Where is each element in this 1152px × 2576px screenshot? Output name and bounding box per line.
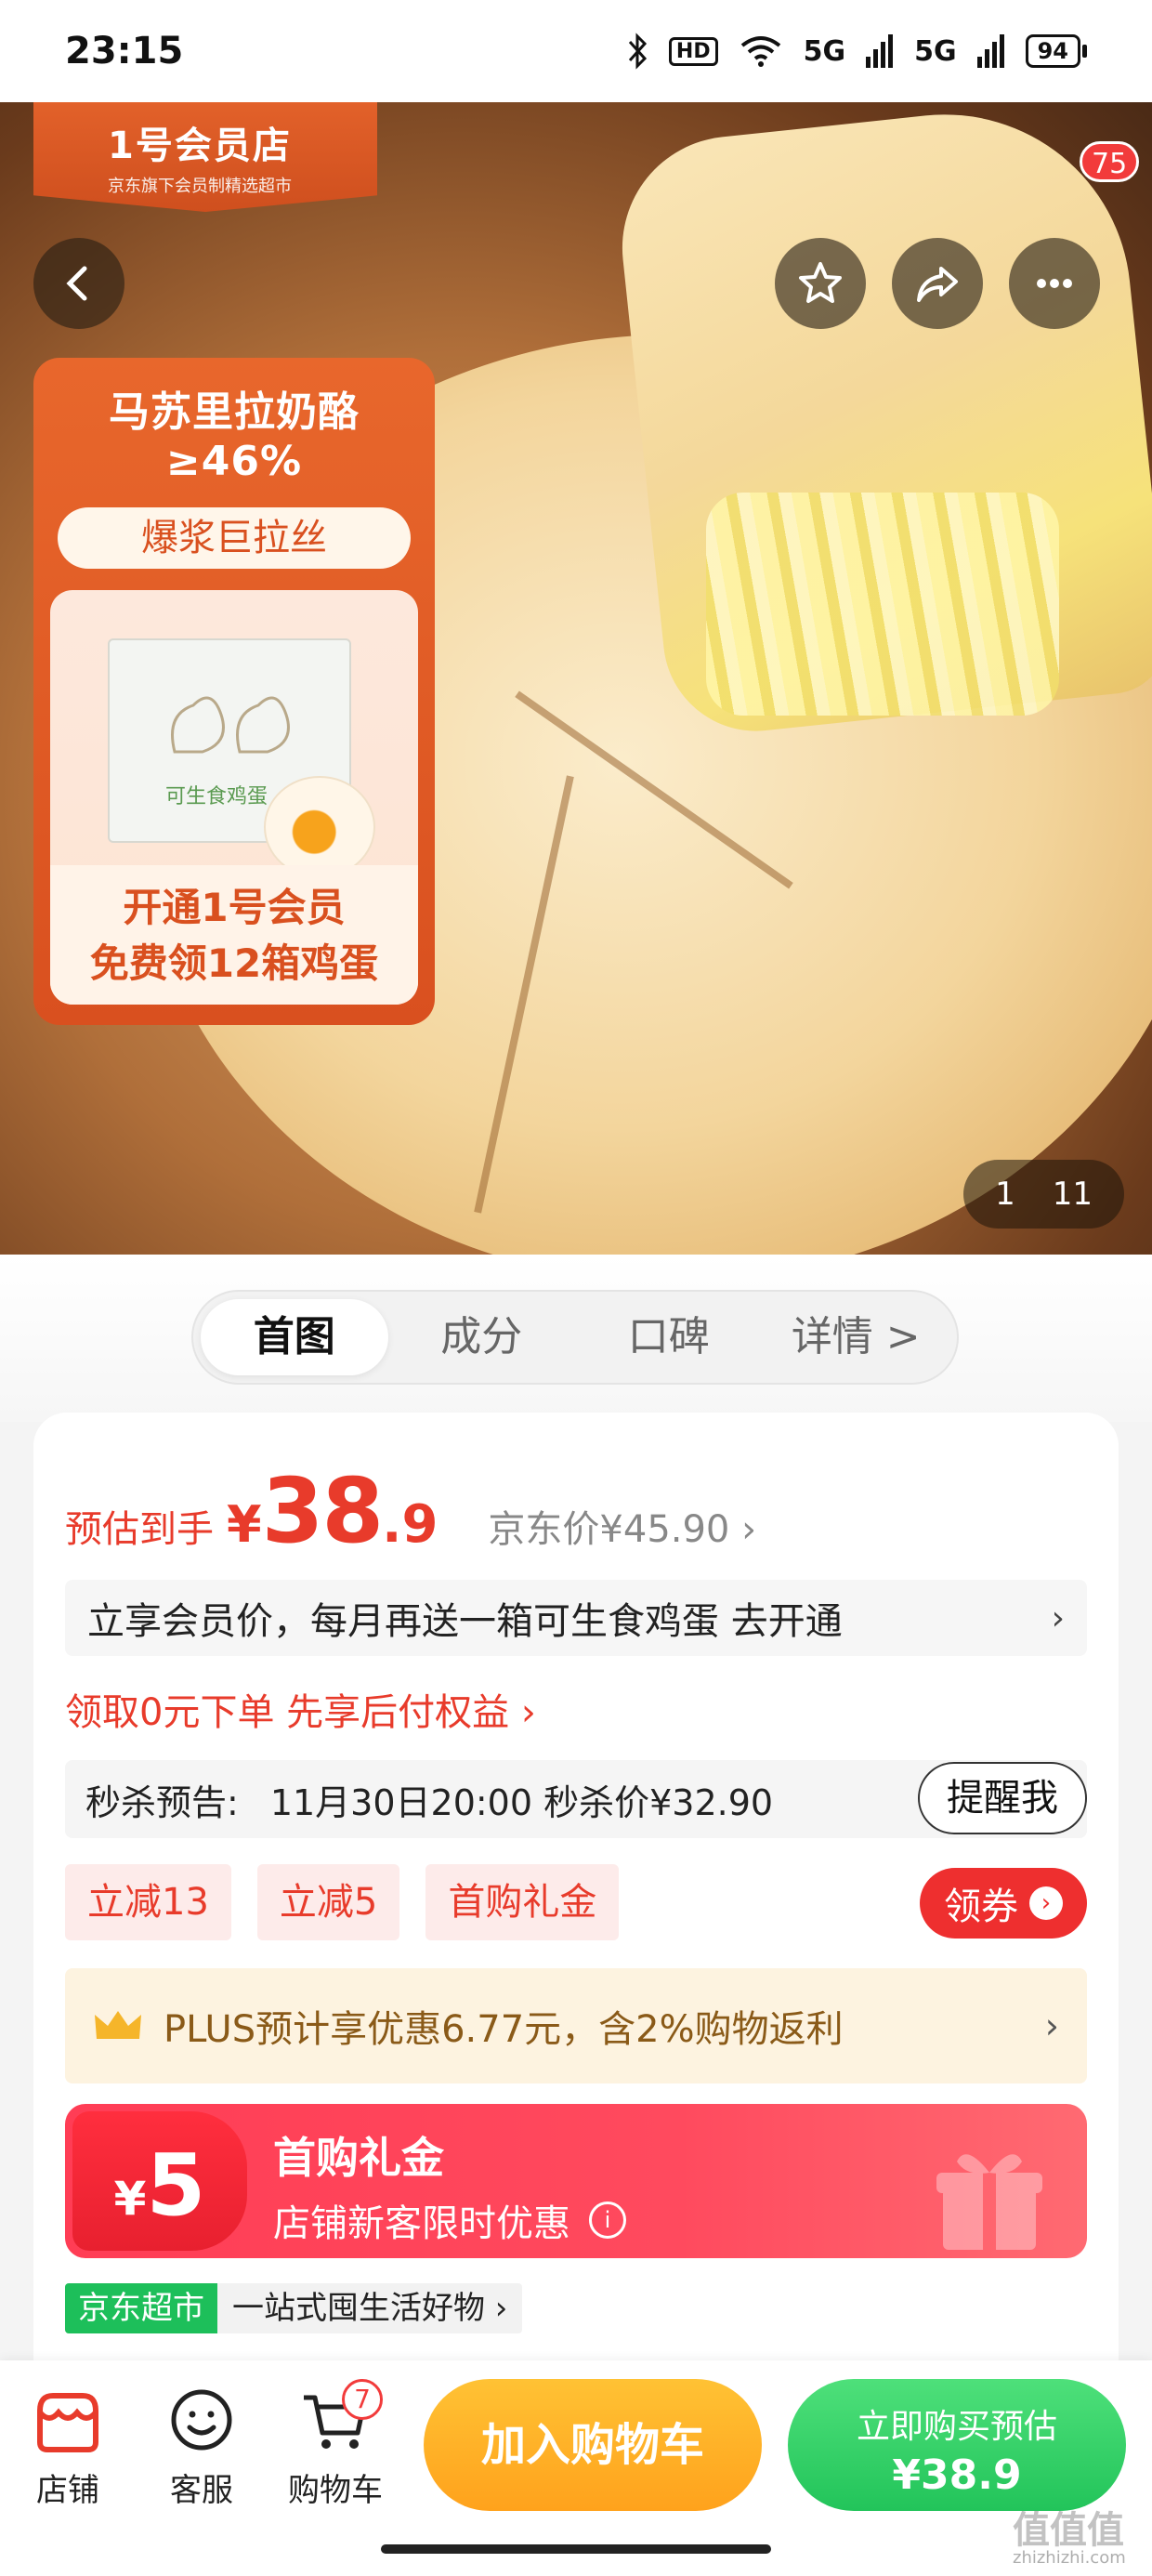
claim-coupon-label: 领券 — [944, 1886, 1018, 1928]
star-icon — [799, 262, 842, 303]
brand-subtitle: 京东旗下会员制精选超市 — [108, 177, 292, 196]
coupon-tag[interactable]: 首购礼金 — [425, 1864, 620, 1940]
gift-currency: ¥ — [113, 2172, 147, 2226]
store-nav-label: 店铺 — [36, 2472, 99, 2509]
chevron-right-icon: › — [1044, 2005, 1059, 2046]
info-icon[interactable]: i — [589, 2201, 626, 2239]
more-button[interactable] — [1009, 238, 1100, 329]
price-integer: 38 — [261, 1459, 385, 1563]
bluetooth-icon — [628, 33, 647, 70]
brand-banner: 1号会员店 京东旗下会员制精选超市 — [33, 102, 377, 212]
coupon-tag[interactable]: 立减13 — [65, 1864, 231, 1940]
pay-later-link[interactable]: 领取0元下单 先享后付权益 › — [65, 1682, 1087, 1736]
customer-service-button[interactable]: 客服 — [141, 2385, 262, 2510]
gift-title: 首购礼金 — [273, 2133, 444, 2183]
signal-bars-icon-2 — [976, 34, 1004, 68]
section-tabs: 首图 成分 口碑 详情 > — [191, 1290, 959, 1385]
first-purchase-gift-banner[interactable]: ¥ 5 首购礼金 店铺新客限时优惠 i — [65, 2104, 1087, 2258]
claim-coupon-button[interactable]: 领券 › — [920, 1868, 1087, 1939]
status-icons: HD 5G 5G 94 — [626, 33, 1087, 70]
flash-sale-preview: 秒杀预告: 11月30日20:00 秒杀价¥32.90 提醒我 — [65, 1760, 1087, 1838]
status-time: 23:15 — [65, 30, 184, 72]
image-index: 1 — [995, 1176, 1015, 1213]
tab-ingredients[interactable]: 成分 — [388, 1299, 576, 1375]
gift-value: 5 — [146, 2136, 206, 2235]
chevron-left-icon — [66, 266, 87, 301]
price-decimal: .9 — [382, 1494, 439, 1555]
price-currency: ¥ — [227, 1495, 262, 1554]
remind-me-button[interactable]: 提醒我 — [918, 1762, 1087, 1834]
flash-sale-label: 秒杀预告: — [85, 1781, 239, 1823]
buy-now-label: 立即购买预估 — [856, 2408, 1057, 2446]
gift-amount: ¥ 5 — [72, 2111, 247, 2251]
promo-egg-panel: 可生食鸡蛋 开通1号会员 免费领12箱鸡蛋 — [50, 590, 418, 1005]
hd-voice-icon: HD — [668, 36, 718, 66]
signal-5g-icon-2: 5G — [914, 34, 957, 68]
back-button[interactable] — [33, 238, 124, 329]
chevron-right-icon: › — [1029, 1886, 1063, 1920]
membership-promo-card[interactable]: 马苏里拉奶酪≥46% 爆浆巨拉丝 可生食鸡蛋 开通1号会员 免费领12箱鸡蛋 — [33, 358, 435, 1025]
promo-headline: 马苏里拉奶酪≥46% — [109, 388, 360, 485]
flash-sale-info: 11月30日20:00 秒杀价¥32.90 — [269, 1781, 774, 1823]
egg-yolk-image — [264, 776, 375, 878]
store-nav-button[interactable]: 店铺 — [7, 2385, 128, 2510]
watermark-url: zhizhizhi.com — [1013, 2548, 1126, 2568]
gift-box-icon — [936, 2154, 1042, 2250]
coupon-tag[interactable]: 立减5 — [256, 1864, 400, 1940]
jd-price-link[interactable]: 京东价¥45.90 › — [488, 1499, 756, 1553]
battery-level: 94 — [1025, 34, 1080, 68]
tab-details[interactable]: 详情 > — [763, 1299, 950, 1375]
plus-discount-row[interactable]: PLUS预计享优惠6.77元，含2%购物返利 › — [65, 1968, 1087, 2083]
promo-bottom-text: 开通1号会员 免费领12箱鸡蛋 — [50, 865, 418, 1005]
price-row: 预估到手 ¥38.9 京东价¥45.90 › — [65, 1459, 1087, 1563]
product-image-gallery[interactable]: 1号会员店 京东旗下会员制精选超市 75 马苏里拉奶酪≥46% 爆浆巨拉丝 可生… — [0, 102, 1152, 1255]
member-offer-row[interactable]: 立享会员价，每月再送一箱可生食鸡蛋 去开通 › — [65, 1580, 1087, 1656]
chevron-right-icon: › — [1051, 1598, 1065, 1637]
coupon-row: 立减13 立减5 首购礼金 领券 › — [65, 1864, 1087, 1940]
tab-main-image[interactable]: 首图 — [201, 1299, 388, 1375]
egg-box-label: 可生食鸡蛋 — [165, 785, 268, 808]
image-total: 11 — [1052, 1176, 1093, 1213]
customer-service-label: 客服 — [170, 2472, 233, 2509]
add-to-cart-button[interactable]: 加入购物车 — [424, 2379, 762, 2511]
favorite-button[interactable] — [775, 238, 866, 329]
estimated-price: ¥38.9 — [227, 1459, 438, 1563]
cart-nav-button[interactable]: 7 购物车 — [275, 2379, 396, 2510]
cart-count-badge: 7 — [342, 2379, 383, 2420]
brand-name: 1号会员店 — [108, 125, 292, 167]
share-button[interactable] — [892, 238, 983, 329]
signal-5g-icon-1: 5G — [803, 34, 846, 68]
share-icon — [917, 267, 958, 302]
wifi-icon — [740, 36, 780, 67]
gift-subtitle: 店铺新客限时优惠 — [273, 2202, 570, 2245]
gift-subtitle-row: 店铺新客限时优惠 i — [273, 2193, 626, 2247]
promo-bottom-line1: 开通1号会员 — [123, 885, 346, 930]
promo-pill: 爆浆巨拉丝 — [58, 507, 411, 569]
estimated-price-label: 预估到手 — [65, 1508, 214, 1551]
notification-badge: 75 — [1080, 141, 1140, 182]
cart-nav-label: 购物车 — [288, 2472, 383, 2509]
store-description: 一站式囤生活好物 › — [217, 2283, 523, 2333]
tab-reviews[interactable]: 口碑 — [575, 1299, 763, 1375]
member-offer-text: 立享会员价，每月再送一箱可生食鸡蛋 去开通 — [87, 1600, 843, 1643]
promo-bottom-line2: 免费领12箱鸡蛋 — [89, 940, 379, 986]
more-dots-icon — [1037, 279, 1072, 288]
home-indicator[interactable] — [381, 2544, 771, 2554]
cheese-pull — [706, 493, 1059, 716]
buy-now-price: ¥38.9 — [892, 2451, 1022, 2499]
product-info-card: 预估到手 ¥38.9 京东价¥45.90 › 立享会员价，每月再送一箱可生食鸡蛋… — [33, 1413, 1119, 2379]
store-info-row[interactable]: 京东超市 一站式囤生活好物 › — [65, 2280, 1087, 2336]
chat-face-icon — [171, 2389, 232, 2451]
store-icon — [37, 2393, 98, 2452]
store-tag: 京东超市 — [65, 2283, 217, 2333]
crown-icon — [95, 2011, 141, 2039]
plus-discount-text: PLUS预计享优惠6.77元，含2%购物返利 — [164, 2008, 844, 2051]
watermark: 值值值 — [1013, 2509, 1124, 2552]
status-bar: 23:15 HD 5G 5G 94 — [0, 0, 1152, 102]
battery-icon: 94 — [1025, 34, 1087, 68]
image-counter: 1 11 — [963, 1160, 1124, 1229]
section-tabs-area: 首图 成分 口碑 详情 > — [0, 1255, 1152, 1422]
buy-now-button[interactable]: 立即购买预估 ¥38.9 — [788, 2379, 1126, 2511]
signal-bars-icon-1 — [866, 34, 894, 68]
